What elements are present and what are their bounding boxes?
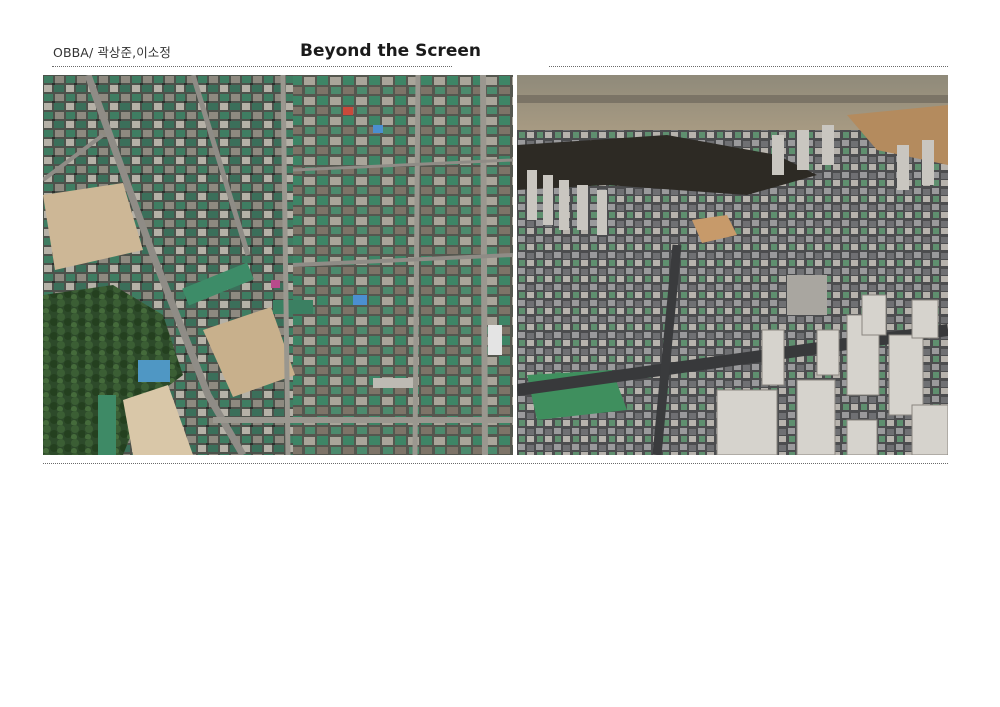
photos-bottom-divider	[43, 463, 948, 464]
aerial-oblique-photo	[517, 75, 948, 455]
aerial-top-down-image	[43, 75, 513, 455]
aerial-top-down-photo	[43, 75, 513, 455]
header-divider-right	[549, 66, 948, 67]
author-credit: OBBA/ 곽상준,이소정	[53, 45, 171, 60]
aerial-oblique-image	[517, 75, 948, 455]
page-title: Beyond the Screen	[300, 41, 481, 61]
header-divider-left	[52, 66, 452, 67]
